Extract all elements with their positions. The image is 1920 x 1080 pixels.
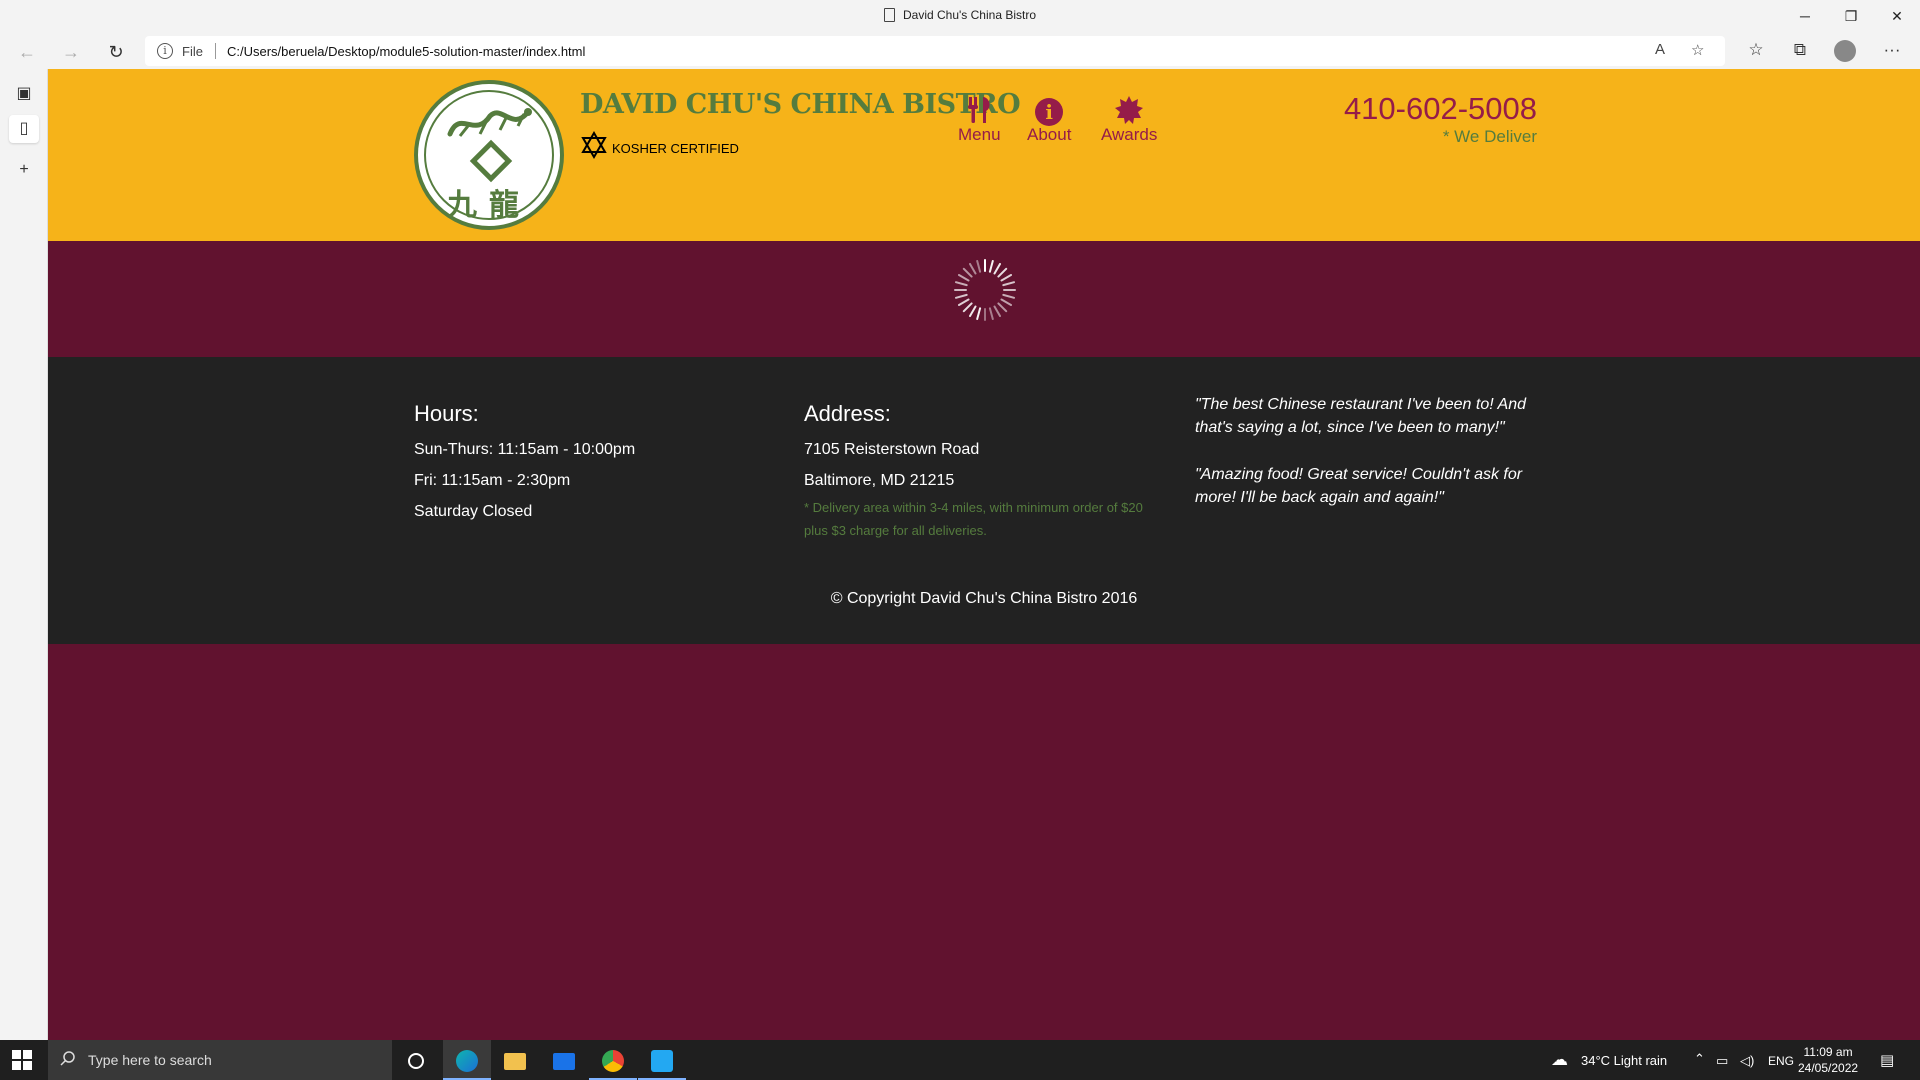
add-favorite-icon[interactable]: ☆ [1691,41,1704,59]
info-icon[interactable]: i [157,43,173,59]
refresh-button[interactable]: ↻ [101,39,131,65]
system-clock[interactable]: 11:09 am 24/05/2022 [1798,1044,1858,1076]
profile-avatar[interactable] [1834,40,1856,62]
vertical-tabs-sidebar: ▣ ▯ + [0,69,48,1040]
address-heading: Address: [804,401,891,426]
nav-awards-label: Awards [1101,125,1158,144]
delivery-note: * Delivery area within 3-4 miles, with m… [804,500,1143,538]
notifications-icon[interactable]: ▤ [1880,1051,1894,1069]
testimonial-quote: "The best Chinese restaurant I've been t… [1195,396,1527,436]
star-of-david-icon [580,131,608,166]
address-line: Baltimore, MD 21215 [804,472,955,489]
address-bar[interactable]: i File C:/Users/beruela/Desktop/module5-… [145,36,1725,66]
certificate-icon [1101,95,1157,125]
new-tab-icon[interactable]: + [9,156,39,184]
address-separator [215,43,216,59]
search-placeholder: Type here to search [88,1052,212,1068]
browser-toolbar: ← → ↻ i File C:/Users/beruela/Desktop/mo… [0,33,1920,69]
phone-number[interactable]: 410-602-5008 [1344,91,1537,127]
hours-line: Fri: 11:15am - 2:30pm [414,472,571,489]
chevron-up-icon[interactable]: ⌃ [1694,1051,1705,1067]
restaurant-logo[interactable]: 九龍 [414,80,564,230]
info-circle-icon: i [1027,95,1071,126]
active-tab-icon[interactable]: ▯ [9,115,39,143]
web-page: 九龍 DAVID CHU'S CHINA BISTRO KOSHER CERTI… [48,69,1920,1040]
logo-characters: 九龍 [447,188,531,223]
dragon-icon [440,104,540,144]
back-button[interactable]: ← [12,39,42,65]
windows-start-icon[interactable] [12,1050,32,1070]
site-footer: Hours: Sun-Thurs: 11:15am - 10:00pm Fri:… [48,357,1920,644]
testimonial-quote: "Amazing food! Great service! Couldn't a… [1195,466,1523,506]
window-titlebar: David Chu's China Bistro ─ ❐ ✕ [0,0,1920,33]
copyright-text: © Copyright David Chu's China Bistro 201… [830,590,1138,607]
volume-icon[interactable]: ◁) [1740,1053,1754,1069]
hours-heading: Hours: [414,401,479,426]
hours-section: Hours: Sun-Thurs: 11:15am - 10:00pm Fri:… [414,401,635,534]
nav-about[interactable]: i About [1027,95,1071,145]
we-deliver-note: * We Deliver [1442,127,1537,146]
more-icon[interactable]: ··· [1879,40,1905,60]
weather-cloud-icon[interactable]: ☁ [1551,1050,1568,1070]
kosher-certified: KOSHER CERTIFIED [580,131,739,166]
cortana-icon[interactable] [392,1040,440,1080]
forward-button[interactable]: → [56,39,86,65]
hours-line: Saturday Closed [414,503,533,520]
search-icon [60,1050,76,1071]
window-title: David Chu's China Bistro [0,8,1920,22]
page-icon [883,8,895,22]
clock-time: 11:09 am [1803,1045,1853,1059]
network-icon[interactable]: ▭ [1716,1053,1728,1069]
weather-text[interactable]: 34°C Light rain [1581,1053,1667,1068]
clock-date: 24/05/2022 [1798,1061,1859,1075]
minimize-button[interactable]: ─ [1782,0,1828,33]
kosher-label: KOSHER CERTIFIED [612,141,739,156]
hours-line: Sun-Thurs: 11:15am - 10:00pm [414,441,636,458]
restaurant-name[interactable]: DAVID CHU'S CHINA BISTRO [580,89,1021,120]
file-explorer-icon[interactable] [491,1040,539,1080]
favorites-icon[interactable]: ☆ [1743,40,1769,60]
utensils-icon [958,95,1001,125]
nav-about-label: About [1027,125,1072,144]
testimonials-section: "The best Chinese restaurant I've been t… [1195,393,1555,533]
tab-actions-icon[interactable]: ▣ [9,80,39,108]
url-text[interactable]: C:/Users/beruela/Desktop/module5-solutio… [227,44,585,59]
loading-spinner-icon [954,259,1016,321]
nav-menu[interactable]: Menu [958,95,1001,145]
windows-taskbar: Type here to search ☁ 34°C Light rain ⌃ … [0,1040,1920,1080]
site-header: 九龍 DAVID CHU'S CHINA BISTRO KOSHER CERTI… [48,69,1920,241]
chrome-icon[interactable] [589,1040,637,1080]
restore-button[interactable]: ❐ [1828,0,1874,33]
scheme-label: File [182,44,203,59]
mail-icon[interactable] [540,1040,588,1080]
language-indicator[interactable]: ENG [1768,1054,1794,1068]
read-aloud-icon[interactable]: A [1655,41,1665,58]
address-line: 7105 Reisterstown Road [804,441,980,458]
window-title-text: David Chu's China Bistro [902,8,1036,22]
taskbar-search-box[interactable]: Type here to search [48,1040,392,1080]
nav-awards[interactable]: Awards [1101,95,1157,145]
close-button[interactable]: ✕ [1874,0,1920,33]
vscode-icon[interactable] [638,1040,686,1080]
nav-menu-label: Menu [958,125,1001,144]
address-section: Address: 7105 Reisterstown Road Baltimor… [804,401,1154,542]
collections-icon[interactable]: ⧉ [1787,40,1813,60]
edge-browser-icon[interactable] [443,1040,491,1080]
